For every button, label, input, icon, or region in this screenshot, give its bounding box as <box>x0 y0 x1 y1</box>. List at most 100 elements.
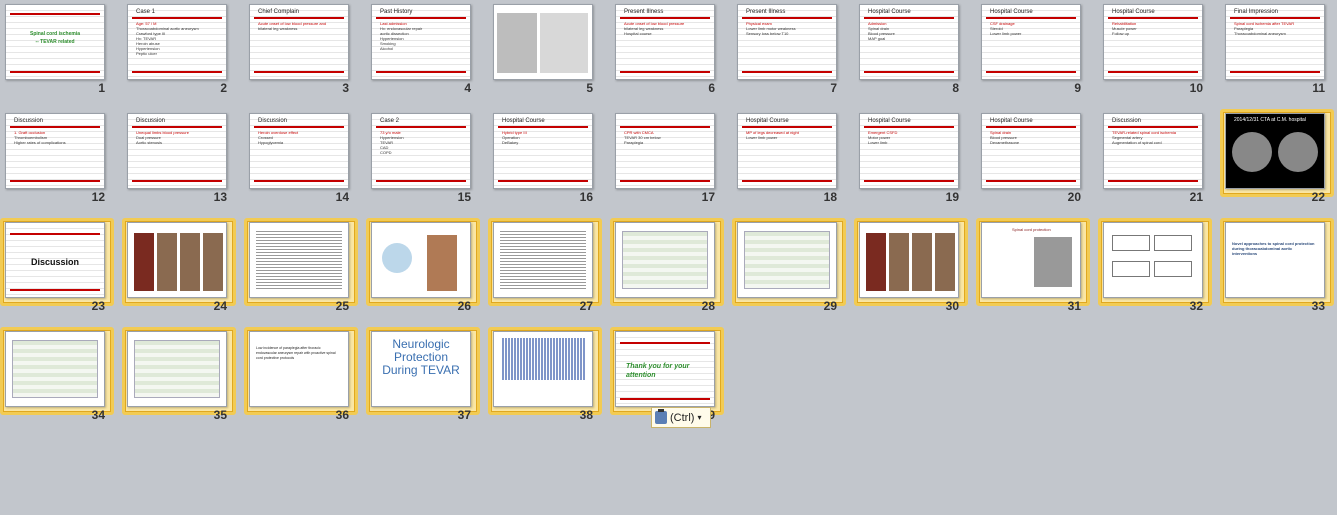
slide-thumbnail[interactable]: Hospital Course Admission Spinal drain Bloo… <box>859 4 959 80</box>
slide-thumbnail[interactable] <box>859 222 959 298</box>
slide-thumbnail-cell[interactable]: Present Illness Physical exam Lower limb m… <box>732 0 847 102</box>
slide-thumbnail[interactable] <box>493 4 593 80</box>
slide-thumbnail[interactable]: Spinal cord ischemia -- TEVAR related <box>5 4 105 80</box>
slide-thumbnail[interactable]: Hospital Course CSF drainage Steroid Lower … <box>981 4 1081 80</box>
slide-thumbnail-cell[interactable]: 30 <box>854 218 969 320</box>
slide-thumbnail-cell[interactable]: Hospital Course Hybrid type III Operation D… <box>488 109 603 211</box>
slide-thumbnail-cell[interactable]: Low incidence of paraplegia after thorac… <box>244 327 359 429</box>
slide-thumbnail-cell[interactable]: 25 <box>244 218 359 320</box>
slide-thumbnail-cell[interactable]: 34 <box>0 327 115 429</box>
slide-thumbnail[interactable]: Low incidence of paraplegia after thorac… <box>249 331 349 407</box>
slide-thumbnail-cell[interactable]: 29 <box>732 218 847 320</box>
slide-thumbnail-cell[interactable]: Present Illness Acute onset of low blood … <box>610 0 725 102</box>
title-underline <box>10 289 100 291</box>
slide-thumbnail[interactable]: CPR with CMCA TEVAR 30 cm below Paraplegia <box>615 113 715 189</box>
slide-thumbnail[interactable]: Present Illness Acute onset of low blood … <box>615 4 715 80</box>
slide-thumbnail-cell[interactable]: Discussion TEVAR-related spinal cord isch… <box>1098 109 1213 211</box>
slide-thumbnail[interactable]: Hospital Course Hybrid type III Operation D… <box>493 113 593 189</box>
slide-body: Age: 57 / M Thoracoabdominal aortic aneur… <box>136 21 222 56</box>
slide-thumbnail-cell[interactable]: Hospital Course Rehabilitation Muscle powe… <box>1098 0 1213 102</box>
slide-thumbnail-cell[interactable]: Past History Last admission Hx: endovascul… <box>366 0 481 102</box>
title-underline <box>1230 17 1320 19</box>
slide-thumbnail-cell[interactable]: Hospital Course Emergent CSFD Motor power L… <box>854 109 969 211</box>
slide-thumbnail[interactable]: Hospital Course Rehabilitation Muscle powe… <box>1103 4 1203 80</box>
slide-thumbnail-cell[interactable]: Discussion 23 <box>0 218 115 320</box>
title-underline <box>620 398 710 400</box>
slide-thumbnail-cell[interactable]: 5 <box>488 0 603 102</box>
aorta-model-image <box>427 235 457 291</box>
aorta-model-image <box>157 233 177 291</box>
slide-thumbnail[interactable]: Discussion 1. Graft occlusion Thromboembol… <box>5 113 105 189</box>
title-underline <box>986 180 1076 182</box>
slide-thumbnail-cell[interactable]: CPR with CMCA TEVAR 30 cm below Paraplegia… <box>610 109 725 211</box>
slide-thumbnail[interactable]: Hospital Course MP of legs decreased at n… <box>737 113 837 189</box>
slide-thumbnail[interactable]: Discussion Heroin overdose effect Crossed H… <box>249 113 349 189</box>
slide-thumbnail-cell[interactable]: 35 <box>122 327 237 429</box>
slide-thumbnail[interactable]: Hospital Course Emergent CSFD Motor power L… <box>859 113 959 189</box>
slide-thumbnail[interactable]: Past History Last admission Hx: endovascul… <box>371 4 471 80</box>
title-underline <box>986 71 1076 73</box>
slide-thumbnail-cell[interactable]: 27 <box>488 218 603 320</box>
slide-thumbnail[interactable] <box>127 222 227 298</box>
title-underline <box>742 71 832 73</box>
slide-thumbnail[interactable] <box>737 222 837 298</box>
slide-thumbnail-cell[interactable]: Case 2 73 y/o male Hypertension TEVAR CAD COP… <box>366 109 481 211</box>
slide-title: Discussion <box>258 118 288 124</box>
cover-heading-line: During TEVAR <box>382 363 460 377</box>
slide-thumbnail-cell[interactable]: Case 1 Age: 57 / M Thoracoabdominal aortic… <box>122 0 237 102</box>
title-underline <box>742 17 832 19</box>
slide-number: 6 <box>708 81 715 95</box>
slide-thumbnail[interactable]: 2014/12/31 CTA at C.M. hospital <box>1225 113 1325 189</box>
slide-thumbnail-cell[interactable]: 24 <box>122 218 237 320</box>
slide-thumbnail-cell[interactable]: Final Impression Spinal cord ischemia aft… <box>1220 0 1335 102</box>
slide-thumbnail[interactable] <box>1103 222 1203 298</box>
slide-thumbnail[interactable]: Novel approaches to spinal cord protecti… <box>1225 222 1325 298</box>
slide-thumbnail[interactable] <box>249 222 349 298</box>
slide-thumbnail-cell[interactable]: 32 <box>1098 218 1213 320</box>
slide-thumbnail[interactable]: Final Impression Spinal cord ischemia aft… <box>1225 4 1325 80</box>
slide-thumbnail-cell[interactable]: Discussion Heroin overdose effect Crossed H… <box>244 109 359 211</box>
slide-thumbnail-cell[interactable]: Neurologic Protection During TEVAR 37 <box>366 327 481 429</box>
slide-thumbnail-cell[interactable]: 2014/12/31 CTA at C.M. hospital 22 <box>1220 109 1335 211</box>
slide-thumbnail[interactable] <box>493 222 593 298</box>
slide-thumbnail[interactable]: Spinal cord protection <box>981 222 1081 298</box>
slide-thumbnail[interactable] <box>371 222 471 298</box>
slide-thumbnail-cell[interactable]: Discussion Unequal limbs blood pressure Du… <box>122 109 237 211</box>
slide-bullet: Follow up <box>1112 31 1130 36</box>
slide-thumbnail-cell[interactable]: Spinal cord ischemia -- TEVAR related 1 <box>0 0 115 102</box>
slide-thumbnail-cell[interactable]: Hospital Course Admission Spinal drain Bloo… <box>854 0 969 102</box>
slide-thumbnail[interactable] <box>5 331 105 407</box>
slide-thumbnail-cell[interactable]: Discussion 1. Graft occlusion Thromboembol… <box>0 109 115 211</box>
slide-thumbnail[interactable]: Case 2 73 y/o male Hypertension TEVAR CAD COP… <box>371 113 471 189</box>
slide-thumbnail-cell[interactable]: 38 <box>488 327 603 429</box>
slide-number: 20 <box>1067 190 1081 204</box>
slide-thumbnail[interactable]: Discussion TEVAR-related spinal cord isch… <box>1103 113 1203 189</box>
clipboard-paste-icon <box>655 409 667 424</box>
paste-options-button[interactable]: (Ctrl) ▾ <box>651 407 711 428</box>
slide-thumbnail-cell[interactable]: Chief Complain Acute onset of low blood p… <box>244 0 359 102</box>
slide-thumbnail-cell[interactable]: Novel approaches to spinal cord protecti… <box>1220 218 1335 320</box>
slide-thumbnail[interactable] <box>127 331 227 407</box>
title-underline <box>376 17 466 19</box>
slide-thumbnail[interactable]: Chief Complain Acute onset of low blood p… <box>249 4 349 80</box>
slide-thumbnail[interactable]: Hospital Course Spinal drain Blood pressur… <box>981 113 1081 189</box>
slide-thumbnail[interactable] <box>615 222 715 298</box>
slide-number: 4 <box>464 81 471 95</box>
slide-thumbnail[interactable]: Discussion <box>5 222 105 298</box>
slide-thumbnail[interactable]: Present Illness Physical exam Lower limb m… <box>737 4 837 80</box>
slide-title: Hospital Course <box>746 118 789 124</box>
slide-thumbnail[interactable]: Case 1 Age: 57 / M Thoracoabdominal aortic… <box>127 4 227 80</box>
slide-thumbnail-cell[interactable]: 26 <box>366 218 481 320</box>
slide-thumbnail-cell[interactable]: Hospital Course Spinal drain Blood pressur… <box>976 109 1091 211</box>
slide-number: 17 <box>701 190 715 204</box>
slide-thumbnail-cell[interactable]: 28 <box>610 218 725 320</box>
slide-thumbnail[interactable]: Thank you for your attention <box>615 331 715 407</box>
aorta-model-image <box>889 233 909 291</box>
slide-thumbnail[interactable]: Discussion Unequal limbs blood pressure Du… <box>127 113 227 189</box>
slide-thumbnail[interactable]: Neurologic Protection During TEVAR <box>371 331 471 407</box>
slide-thumbnail[interactable] <box>493 331 593 407</box>
slide-thumbnail-cell[interactable]: Hospital Course MP of legs decreased at n… <box>732 109 847 211</box>
slide-thumbnail-cell[interactable]: Hospital Course CSF drainage Steroid Lower … <box>976 0 1091 102</box>
slide-title: 2014/12/31 CTA at C.M. hospital <box>1234 117 1306 123</box>
slide-thumbnail-cell[interactable]: Spinal cord protection 31 <box>976 218 1091 320</box>
